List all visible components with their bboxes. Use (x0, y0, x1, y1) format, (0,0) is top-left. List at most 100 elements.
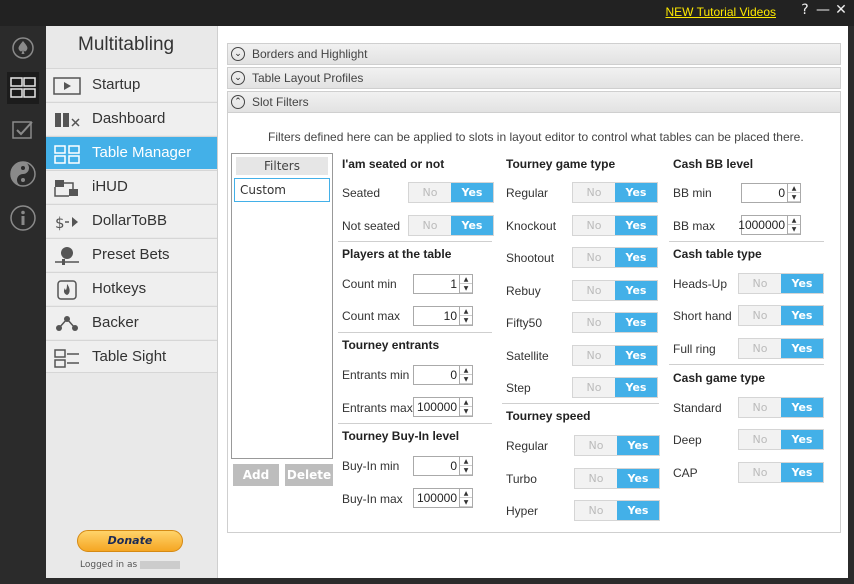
not-seated-toggle[interactable]: No Yes (408, 215, 494, 236)
nav-item-ihud[interactable]: iHUD (46, 170, 217, 203)
nav-item-table-sight[interactable]: Table Sight (46, 340, 217, 373)
arrow-up-icon: ▲ (460, 457, 472, 466)
nav-item-dashboard[interactable]: Dashboard (46, 102, 217, 135)
buyin-max-label: Buy-In max (342, 492, 403, 506)
full-ring-toggle[interactable]: No Yes (738, 338, 824, 359)
standard-toggle[interactable]: No Yes (738, 397, 824, 418)
bb-max-label: BB max (673, 219, 716, 233)
section-cash-bb-level: Cash BB level (673, 157, 754, 171)
count-min-stepper[interactable]: 1 ▲ ▼ (413, 274, 473, 294)
chevron-down-icon: ⌄ (231, 47, 245, 61)
chevron-down-icon: ⌄ (231, 71, 245, 85)
shootout-toggle[interactable]: No Yes (572, 247, 658, 268)
nav-item-preset-bets[interactable]: Preset Bets (46, 238, 217, 271)
help-button[interactable]: ? (796, 2, 814, 18)
step-label: Step (506, 381, 531, 395)
info-icon[interactable] (7, 202, 39, 234)
step-toggle[interactable]: No Yes (572, 377, 658, 398)
buyin-max-stepper[interactable]: 100000 ▲ ▼ (413, 488, 473, 508)
deep-toggle[interactable]: No Yes (738, 429, 824, 450)
rebuy-toggle[interactable]: No Yes (572, 280, 658, 301)
hyper-toggle[interactable]: No Yes (574, 500, 660, 521)
heads-up-toggle[interactable]: No Yes (738, 273, 824, 294)
regular-toggle[interactable]: No Yes (572, 182, 658, 203)
count-min-label: Count min (342, 277, 397, 291)
filters-list[interactable]: Filters Custom (231, 153, 333, 459)
section-entrants: Tourney entrants (342, 338, 440, 352)
divider (669, 364, 824, 365)
logged-in-status: Logged in as (80, 560, 181, 570)
arrow-up-icon: ▲ (460, 307, 472, 316)
rebuy-label: Rebuy (506, 284, 541, 298)
backer-network-icon (56, 316, 78, 331)
nav-item-table-manager[interactable]: Table Manager (46, 136, 217, 169)
spade-icon[interactable] (7, 32, 39, 64)
accordion-slot-filters[interactable]: ⌃ Slot Filters (227, 91, 841, 113)
accordion-borders-highlight[interactable]: ⌄ Borders and Highlight (227, 43, 841, 65)
satellite-label: Satellite (506, 349, 549, 363)
arrow-up-icon: ▲ (460, 275, 472, 284)
arrow-down-icon: ▼ (460, 498, 472, 507)
seated-toggle[interactable]: No Yes (408, 182, 494, 203)
slot-filters-description: Filters defined here can be applied to s… (268, 130, 804, 144)
entrants-min-stepper[interactable]: 0 ▲ ▼ (413, 365, 473, 385)
deep-label: Deep (673, 433, 702, 447)
speed-regular-toggle[interactable]: No Yes (574, 435, 660, 456)
yin-yang-icon[interactable] (7, 158, 39, 190)
section-tourney-speed: Tourney speed (506, 409, 591, 423)
close-button[interactable]: ✕ (832, 2, 850, 18)
turbo-toggle[interactable]: No Yes (574, 468, 660, 489)
bb-max-stepper[interactable]: 1000000 ▲ ▼ (738, 215, 801, 235)
short-hand-toggle[interactable]: No Yes (738, 305, 824, 326)
buyin-min-label: Buy-In min (342, 459, 400, 473)
buyin-min-stepper[interactable]: 0 ▲ ▼ (413, 456, 473, 476)
cap-label: CAP (673, 466, 698, 480)
arrow-down-icon: ▼ (788, 193, 800, 202)
filters-list-header: Filters (236, 157, 328, 175)
list-item[interactable]: Custom (234, 178, 330, 202)
bb-min-label: BB min (673, 186, 712, 200)
title-bar: NEW Tutorial Videos ? — ✕ (0, 0, 854, 26)
speed-regular-label: Regular (506, 439, 549, 453)
nav-item-backer[interactable]: Backer (46, 306, 217, 339)
seated-label: Seated (342, 186, 381, 200)
turbo-label: Turbo (506, 472, 537, 486)
minimize-button[interactable]: — (814, 2, 832, 18)
entrants-max-stepper[interactable]: 100000 ▲ ▼ (413, 397, 473, 417)
accordion-table-layout-profiles[interactable]: ⌄ Table Layout Profiles (227, 67, 841, 89)
window-border-bottom (46, 578, 854, 584)
section-cash-game-type: Cash game type (673, 371, 766, 385)
username-redacted (140, 560, 181, 569)
grid-layout-icon[interactable] (7, 72, 39, 104)
divider (338, 241, 492, 242)
delete-filter-button[interactable]: Delete (285, 464, 333, 486)
arrow-down-icon: ▼ (460, 375, 472, 384)
count-max-label: Count max (342, 309, 401, 323)
section-cash-table-type: Cash table type (673, 247, 762, 261)
nav-item-hotkeys[interactable]: Hotkeys (46, 272, 217, 305)
arrow-up-icon: ▲ (788, 216, 800, 225)
cap-toggle[interactable]: No Yes (738, 462, 824, 483)
left-icon-rail (0, 26, 46, 584)
donate-button[interactable]: Donate (77, 530, 183, 552)
dollar-convert-icon: $ (55, 214, 78, 232)
nav-item-startup[interactable]: Startup (46, 68, 217, 101)
add-filter-button[interactable]: Add (233, 464, 279, 486)
dashboard-icon (55, 113, 80, 127)
knockout-label: Knockout (506, 219, 557, 233)
knockout-toggle[interactable]: No Yes (572, 215, 658, 236)
count-max-stepper[interactable]: 10 ▲ ▼ (413, 306, 473, 326)
checkbox-icon[interactable] (7, 114, 39, 146)
nav-title: Multitabling (78, 34, 175, 55)
bb-min-stepper[interactable]: 0 ▲ ▼ (741, 183, 801, 203)
hyper-label: Hyper (506, 504, 539, 518)
tutorial-videos-link[interactable]: NEW Tutorial Videos (666, 5, 777, 19)
arrow-up-icon: ▲ (460, 489, 472, 498)
satellite-toggle[interactable]: No Yes (572, 345, 658, 366)
nav-item-dollartobb[interactable]: $ DollarToBB (46, 204, 217, 237)
window-border-right (848, 26, 854, 584)
arrow-down-icon: ▼ (788, 225, 800, 234)
fifty50-toggle[interactable]: No Yes (572, 312, 658, 333)
section-buyin: Tourney Buy-In level (342, 429, 460, 443)
arrow-down-icon: ▼ (460, 316, 472, 325)
